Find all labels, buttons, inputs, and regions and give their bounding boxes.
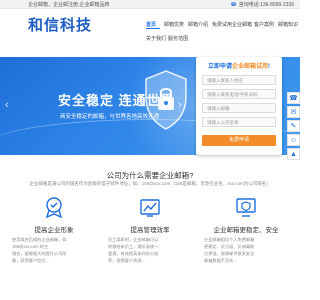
feature-management: 提高管理效率 员工离职时，企业邮箱可以 转移给新员工，通讯录统一 管理，有效提高…: [108, 196, 192, 300]
qq-icon[interactable]: ☺: [287, 134, 300, 146]
monitor-shield-icon: [236, 198, 256, 217]
nav-services[interactable]: 服务范围: [168, 35, 188, 42]
contact-phone-text: 咨询电话:136-8098-2336: [238, 2, 294, 8]
feature-security: 企业邮箱更稳定、安全 企业邮箱相比个人免费邮箱 更稳定，反垃圾、反病毒能 力更强…: [204, 196, 288, 300]
trial-card-title: 立即申请企业邮箱试用!: [196, 61, 282, 70]
site-logo[interactable]: 和信科技: [28, 14, 92, 35]
banner-prev-arrow[interactable]: ‹: [5, 99, 9, 111]
feature-line: 企业邮箱相比个人免费邮箱: [204, 237, 255, 242]
chat-icon[interactable]: ✉: [287, 106, 300, 118]
nav-free-trial[interactable]: 免费试用企业邮箱: [212, 21, 252, 28]
free-apply-button[interactable]: 免费申请: [202, 135, 276, 146]
mail-icon[interactable]: ✎: [287, 120, 300, 132]
feature-title: 提高企业形象: [34, 227, 74, 234]
email-input-placeholder: 请输入邮箱: [207, 106, 230, 111]
nav-advantages[interactable]: 邮箱优势: [164, 21, 184, 28]
contact-phone[interactable]: ☎ 咨询电话:136-8098-2336: [230, 1, 294, 8]
site-header: 和信科技 首页 邮箱优势 邮箱介绍 免费试用企业邮箱 客户案例 邮箱知识 关于我…: [0, 9, 300, 57]
feature-line: 168@xxx.com 的主: [12, 244, 49, 249]
nav-intro[interactable]: 邮箱介绍: [188, 21, 208, 28]
feature-line: 力更强，保障邮件收发安全: [204, 251, 255, 256]
shield-lock-icon: [145, 70, 187, 130]
trial-title-accent: 企业邮箱试用: [232, 64, 269, 70]
feature-line: 转移给新员工，通讯录统一: [108, 244, 159, 249]
company-input-placeholder: 请输入公司名称: [207, 120, 239, 125]
feature-line: 使用域名后缀的企业邮箱，如: [12, 237, 67, 242]
feature-line: 更稳定，反垃圾、反病毒能: [204, 244, 255, 249]
trial-title-prefix: 立即申请: [207, 64, 232, 70]
phone-input[interactable]: 请输入联系电话/手机号码: [202, 89, 276, 99]
feature-brand-image: 提高企业形象 使用域名后缀的企业邮箱，如 168@xxx.com 的主 域名，能…: [12, 196, 96, 300]
top-bar: 企业邮箱，企业邮注册,企业邮箱品牌 ☎ 咨询电话:136-8098-2336: [0, 0, 300, 9]
nav-active-indicator: [146, 28, 160, 29]
feature-line: 域名，能够极大的提升公司形: [12, 251, 67, 256]
feature-line: 员工离职时，企业邮箱可以: [108, 237, 159, 242]
phone-icon[interactable]: ☎: [287, 92, 300, 104]
phone-icon: ☎: [230, 2, 237, 8]
feature-title: 企业邮箱更稳定、安全: [213, 227, 279, 234]
feature-line: 率，保障客户资源...: [108, 258, 145, 263]
feature-line: 管理，有效提高协同办公效: [108, 251, 159, 256]
why-section-title: 公司为什么需要企业邮箱?: [106, 171, 194, 180]
nav-cases[interactable]: 客户案例: [254, 21, 274, 28]
chart-icon: [140, 199, 160, 217]
feature-title: 提高管理效率: [130, 227, 170, 234]
why-section-desc: 企业邮箱是满公司的域名作为后缀的电子邮件地址，如：168@xxx.com（168…: [29, 181, 271, 186]
nav-knowledge[interactable]: 邮箱知识: [278, 21, 298, 28]
name-input[interactable]: 请输入联系人姓名: [202, 75, 276, 85]
feature-line: 邮箱数据不丢失...: [204, 258, 237, 263]
trial-signup-card: 立即申请企业邮箱试用! 请输入联系人姓名 请输入联系电话/手机号码 请输入邮箱 …: [196, 57, 282, 155]
feature-line: 象，获得客户信任...: [12, 258, 49, 263]
name-input-placeholder: 请输入联系人姓名: [207, 78, 243, 83]
phone-input-placeholder: 请输入联系电话/手机号码: [207, 92, 258, 97]
nav-about[interactable]: 关于我们: [146, 35, 166, 42]
trial-title-suffix: !: [268, 64, 271, 70]
email-input[interactable]: 请输入邮箱: [202, 103, 276, 113]
top-icon[interactable]: ▲: [287, 148, 300, 160]
nav-home[interactable]: 首页: [146, 21, 156, 28]
company-input[interactable]: 请输入公司名称: [202, 117, 276, 127]
badge-icon: [45, 197, 63, 218]
site-tagline: 企业邮箱，企业邮注册,企业邮箱品牌: [28, 2, 110, 8]
